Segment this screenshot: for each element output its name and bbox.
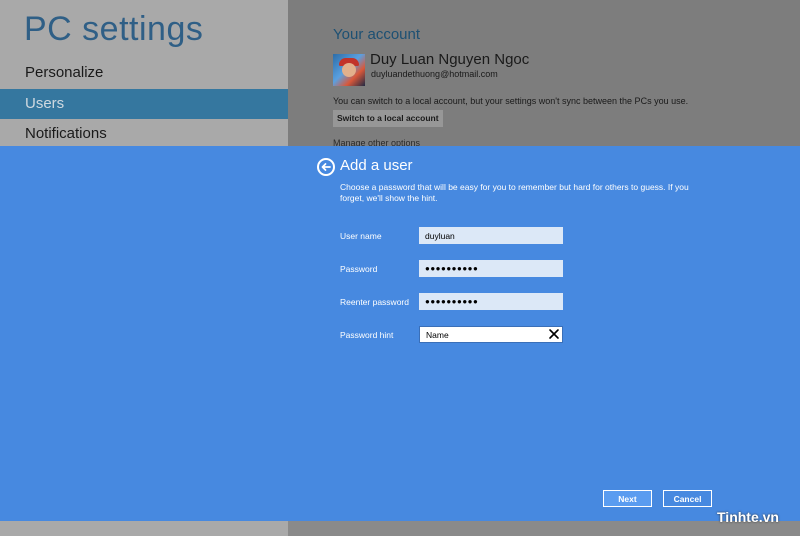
- clear-x-icon[interactable]: [547, 327, 561, 341]
- account-name: Duy Luan Nguyen Ngoc: [370, 51, 530, 68]
- background-bottom-strip: [0, 521, 800, 536]
- cancel-button[interactable]: Cancel: [663, 490, 712, 507]
- account-email: duyluandethuong@hotmail.com: [371, 69, 498, 79]
- page-title: PC settings: [24, 10, 204, 48]
- password-hint-input[interactable]: [419, 326, 563, 343]
- reenter-password-label: Reenter password: [340, 297, 409, 307]
- avatar: [333, 54, 365, 86]
- account-note: You can switch to a local account, but y…: [333, 96, 689, 106]
- password-hint-label: Password hint: [340, 330, 394, 340]
- account-heading: Your account: [333, 26, 421, 43]
- screen: PC settings Personalize Users Notificati…: [0, 0, 800, 536]
- nav-item-users[interactable]: Users: [0, 89, 288, 119]
- back-arrow-icon[interactable]: [317, 158, 335, 176]
- dialog-description: Choose a password that will be easy for …: [340, 182, 689, 203]
- password-input[interactable]: [419, 260, 563, 277]
- switch-to-local-account-button[interactable]: Switch to a local account: [333, 110, 443, 127]
- username-label: User name: [340, 231, 382, 241]
- dialog-title: Add a user: [340, 157, 413, 174]
- password-label: Password: [340, 264, 378, 274]
- nav-item-notifications[interactable]: Notifications: [0, 119, 288, 149]
- reenter-password-input[interactable]: [419, 293, 563, 310]
- nav-item-personalize[interactable]: Personalize: [0, 58, 288, 88]
- next-button[interactable]: Next: [603, 490, 652, 507]
- add-user-dialog: Add a user Choose a password that will b…: [0, 146, 800, 521]
- watermark-logo: Tinhte.vn: [717, 509, 779, 525]
- username-input[interactable]: [419, 227, 563, 244]
